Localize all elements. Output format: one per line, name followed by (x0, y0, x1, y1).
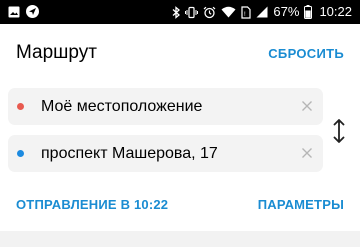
route-to-field[interactable]: проспект Машерова, 17 (8, 135, 323, 172)
from-point-icon (17, 103, 24, 110)
status-time: 10:22 (319, 4, 352, 19)
parameters-button[interactable]: ПАРАМЕТРЫ (258, 197, 344, 212)
route-header: Маршрут СБРОСИТЬ (0, 24, 360, 80)
image-icon (8, 6, 20, 17)
status-bar: ! 67% 10:22 (0, 0, 360, 24)
sim-icon: ! (241, 5, 252, 19)
clear-to-icon[interactable] (301, 147, 313, 159)
route-to-text: проспект Машерова, 17 (41, 145, 218, 162)
reset-button[interactable]: СБРОСИТЬ (268, 46, 344, 61)
departure-time-button[interactable]: ОТПРАВЛЕНИЕ В 10:22 (16, 197, 168, 212)
route-from-text: Моё местоположение (41, 98, 203, 115)
bluetooth-icon (172, 5, 181, 19)
signal-icon (256, 6, 268, 18)
page-title: Маршрут (16, 42, 97, 63)
battery-icon (304, 5, 313, 19)
vibrate-icon (185, 6, 199, 18)
swap-route-icon[interactable] (332, 118, 346, 144)
svg-text:!: ! (244, 12, 246, 18)
to-point-icon (17, 150, 24, 157)
battery-percent: 67% (273, 4, 300, 19)
navigation-icon (26, 5, 39, 18)
wifi-icon (221, 6, 236, 18)
bottom-divider (0, 231, 360, 247)
route-from-field[interactable]: Моё местоположение (8, 88, 323, 125)
status-left-icons (8, 5, 39, 18)
clear-from-icon[interactable] (301, 100, 313, 112)
status-right-icons: ! 67% 10:22 (172, 4, 352, 20)
alarm-icon (204, 6, 216, 18)
